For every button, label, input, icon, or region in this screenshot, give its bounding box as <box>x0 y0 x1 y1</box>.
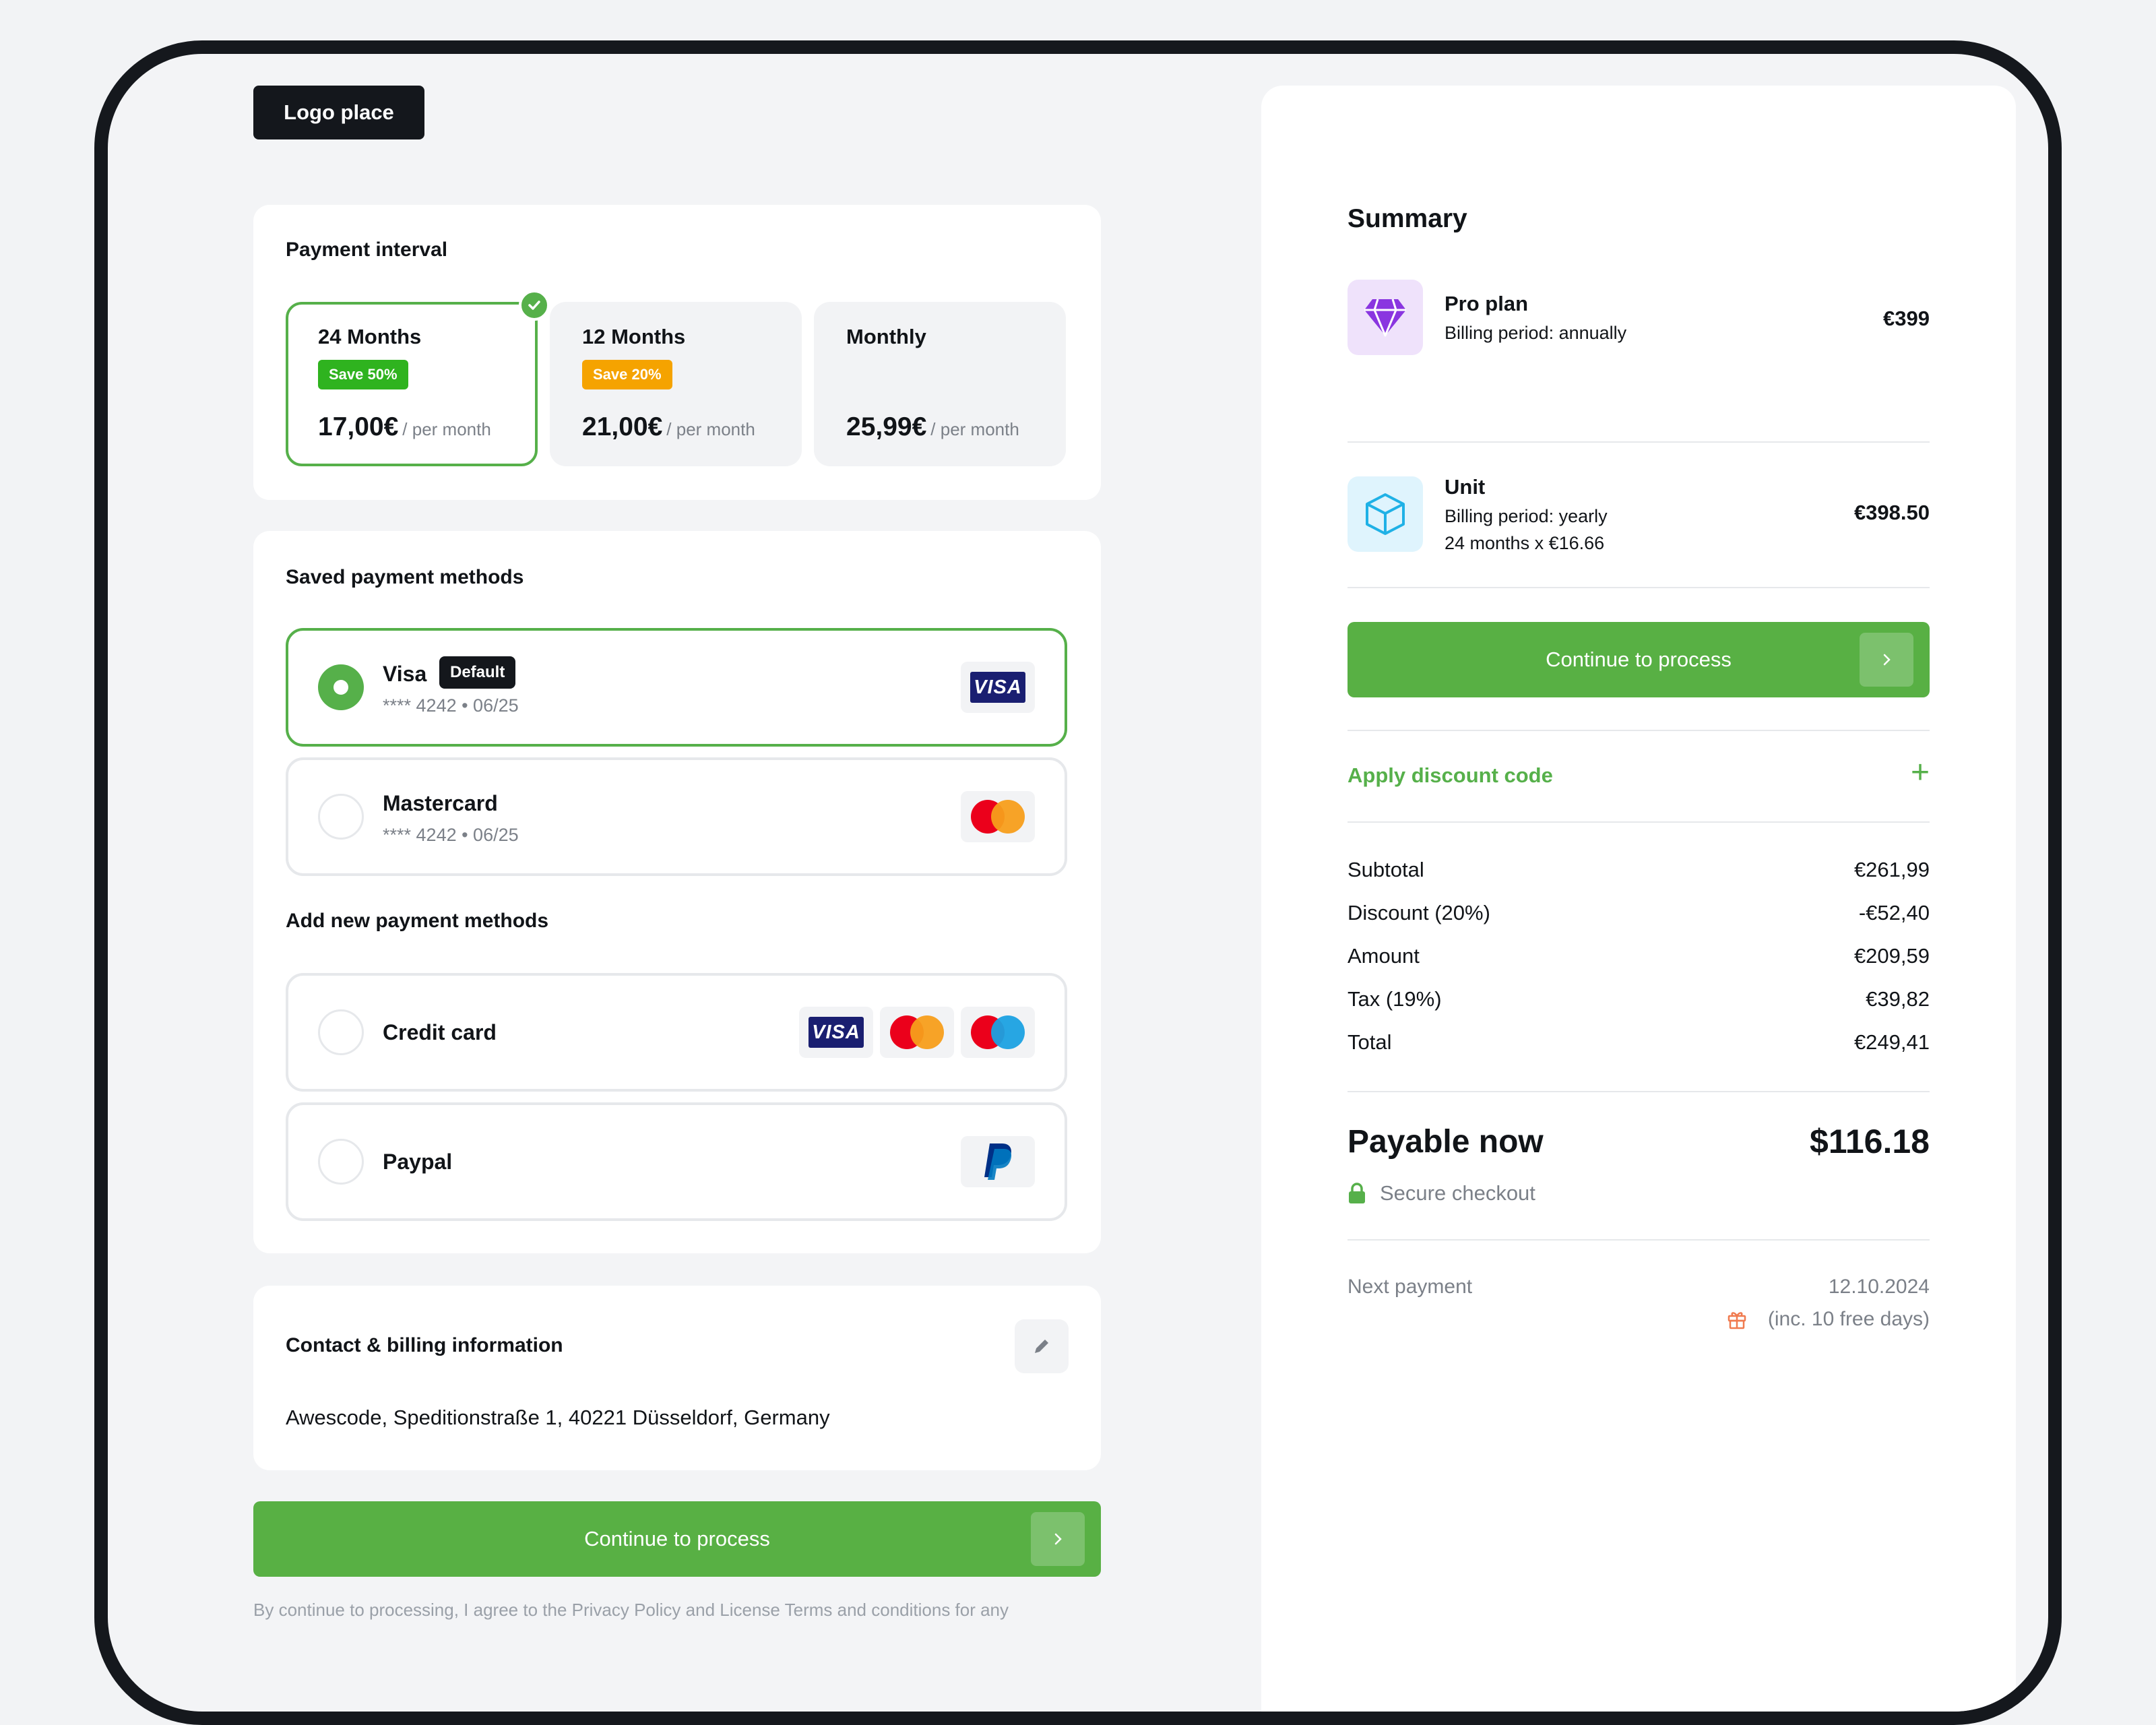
paypal-icon <box>961 1136 1035 1187</box>
payment-method-credit-card[interactable]: Credit card VISA <box>286 973 1067 1092</box>
tax-value: €39,82 <box>1866 987 1930 1011</box>
interval-option-price: 25,99€ / per month <box>846 412 1019 441</box>
cube-icon <box>1348 476 1423 552</box>
apply-discount-link[interactable]: Apply discount code <box>1348 763 1553 788</box>
summary-continue-button[interactable]: Continue to process <box>1348 622 1930 697</box>
screen: Logo place Payment interval 24 Months Sa… <box>108 54 2048 1712</box>
free-days-note: (inc. 10 free days) <box>1767 1308 1930 1330</box>
divider <box>1348 1239 1930 1241</box>
summary-title: Summary <box>1348 204 1467 233</box>
chevron-right-icon <box>1031 1512 1085 1566</box>
tax-label: Tax (19%) <box>1348 987 1442 1011</box>
interval-option-12-months[interactable]: 12 Months Save 20% 21,00€ / per month <box>550 302 802 466</box>
payment-method-paypal[interactable]: Paypal <box>286 1102 1067 1221</box>
default-badge: Default <box>439 656 516 689</box>
interval-option-name: Monthly <box>846 325 926 348</box>
payment-interval-title: Payment interval <box>286 239 448 261</box>
payable-now-value: $116.18 <box>1810 1123 1930 1160</box>
saved-methods-title: Saved payment methods <box>286 566 524 588</box>
new-methods-title: Add new payment methods <box>286 910 549 932</box>
save-badge: Save 20% <box>582 360 672 389</box>
total-label: Total <box>1348 1030 1392 1054</box>
radio-unselected[interactable] <box>318 794 364 840</box>
visa-icon: VISA <box>799 1007 873 1058</box>
lock-icon <box>1348 1183 1366 1208</box>
plus-icon[interactable]: + <box>1911 757 1930 789</box>
payment-method-visa[interactable]: Visa Default **** 4242 • 06/25 VISA <box>286 628 1067 747</box>
card-detail: **** 4242 • 06/25 <box>383 695 519 716</box>
interval-option-name: 12 Months <box>582 325 686 348</box>
payment-method-name: Mastercard <box>383 791 498 815</box>
radio-selected[interactable] <box>318 664 364 710</box>
save-badge: Save 50% <box>318 360 408 389</box>
payment-methods-card: Saved payment methods Visa Default **** … <box>253 531 1101 1253</box>
mastercard-icon <box>961 791 1035 842</box>
next-payment-label: Next payment <box>1348 1276 1473 1298</box>
summary-item-price: €398.50 <box>1853 501 1930 524</box>
payment-method-name: Visa <box>383 662 427 686</box>
interval-option-price: 17,00€ / per month <box>318 412 491 441</box>
billing-address: Awescode, Speditionstraße 1, 40221 Düsse… <box>286 1406 830 1429</box>
contact-title: Contact & billing information <box>286 1334 563 1356</box>
interval-option-name: 24 Months <box>318 325 422 348</box>
divider <box>1348 587 1930 588</box>
divider <box>1348 821 1930 823</box>
summary-item-detail: Billing period: yearly <box>1445 506 1608 526</box>
summary-item-detail: 24 months x €16.66 <box>1445 533 1605 553</box>
divider <box>1348 1091 1930 1092</box>
radio-unselected[interactable] <box>318 1009 364 1055</box>
payment-interval-card: Payment interval 24 Months Save 50% 17,0… <box>253 205 1101 500</box>
terms-footnote: By continue to processing, I agree to th… <box>253 1600 1009 1620</box>
discount-label: Discount (20%) <box>1348 901 1490 924</box>
next-payment-date: 12.10.2024 <box>1828 1276 1930 1298</box>
contact-billing-card: Contact & billing information Awescode, … <box>253 1286 1101 1470</box>
chevron-right-icon <box>1860 633 1913 687</box>
summary-item-detail: Billing period: annually <box>1445 323 1627 343</box>
payment-method-name: Paypal <box>383 1150 453 1174</box>
summary-item-name: Unit <box>1445 475 1486 499</box>
interval-option-price: 21,00€ / per month <box>582 412 755 441</box>
summary-item-price: €399 <box>1883 307 1930 330</box>
interval-option-monthly[interactable]: Monthly 25,99€ / per month <box>814 302 1066 466</box>
divider <box>1348 441 1930 443</box>
diamond-icon <box>1348 280 1423 355</box>
pencil-icon <box>1035 1340 1048 1353</box>
payment-method-name: Credit card <box>383 1020 497 1044</box>
amount-label: Amount <box>1348 944 1420 968</box>
check-icon <box>519 290 550 321</box>
secure-checkout-label: Secure checkout <box>1380 1181 1535 1205</box>
interval-option-24-months[interactable]: 24 Months Save 50% 17,00€ / per month <box>286 290 550 466</box>
continue-button[interactable]: Continue to process <box>253 1501 1101 1577</box>
subtotal-value: €261,99 <box>1853 858 1930 881</box>
payment-method-mastercard[interactable]: Mastercard **** 4242 • 06/25 <box>286 757 1067 876</box>
radio-unselected[interactable] <box>318 1139 364 1185</box>
payable-now-label: Payable now <box>1348 1124 1544 1160</box>
visa-icon: VISA <box>961 662 1035 713</box>
divider <box>1348 730 1930 731</box>
mastercard-icon <box>880 1007 954 1058</box>
edit-button[interactable] <box>1015 1319 1069 1373</box>
summary-panel: Summary Pro plan Billing period: annuall… <box>1261 86 2016 1712</box>
logo: Logo place <box>253 86 424 139</box>
summary-item-name: Pro plan <box>1445 292 1529 315</box>
subtotal-label: Subtotal <box>1348 858 1424 881</box>
card-detail: **** 4242 • 06/25 <box>383 825 519 845</box>
device-frame: Logo place Payment interval 24 Months Sa… <box>94 40 2062 1725</box>
total-value: €249,41 <box>1853 1030 1930 1054</box>
discount-value: -€52,40 <box>1858 901 1930 924</box>
maestro-icon <box>961 1007 1035 1058</box>
gift-icon <box>1727 1309 1747 1333</box>
amount-value: €209,59 <box>1853 944 1930 968</box>
